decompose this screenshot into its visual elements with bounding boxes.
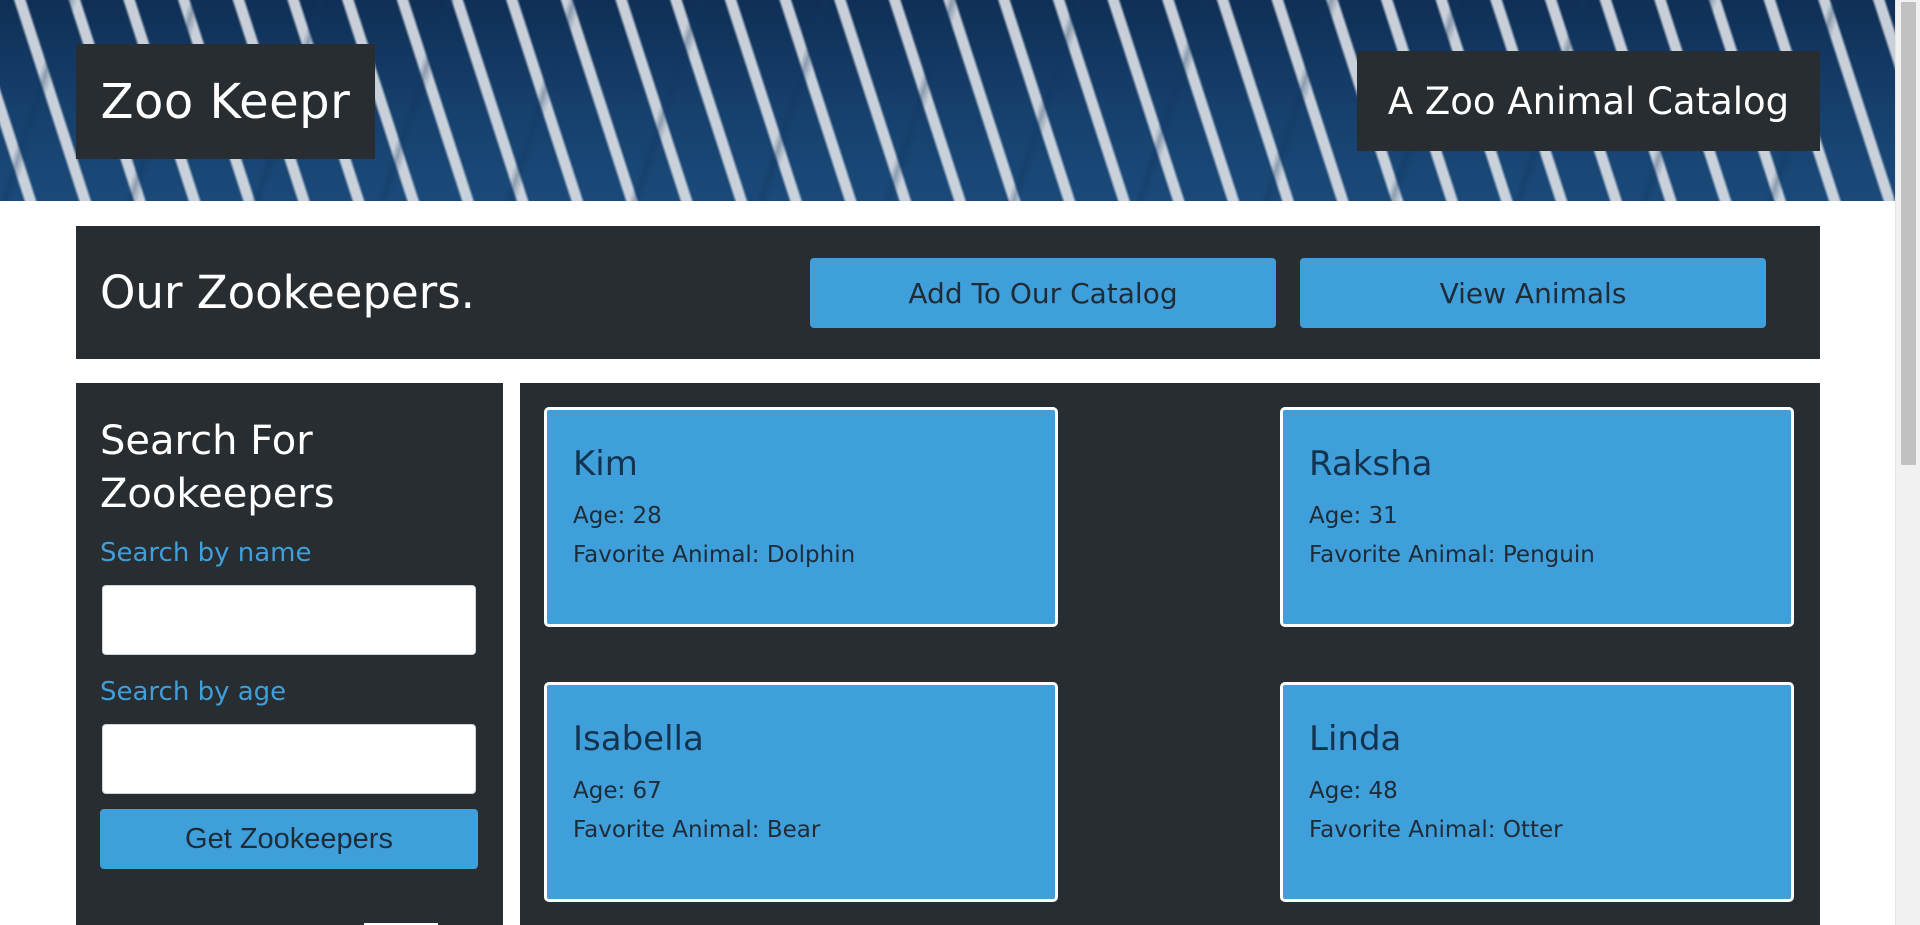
zookeeper-age: Age: 67 [573, 778, 662, 804]
scrollbar-thumb[interactable] [1901, 2, 1916, 465]
tagline-box: A Zoo Animal Catalog [1357, 51, 1820, 151]
brand-title[interactable]: Zoo Keepr [101, 74, 351, 130]
zookeeper-name: Kim [573, 444, 638, 484]
zookeeper-card[interactable]: Kim Age: 28 Favorite Animal: Dolphin [544, 407, 1058, 627]
zookeeper-favorite-animal: Favorite Animal: Bear [573, 817, 821, 843]
search-sidebar: Search For Zookeepers Search by name Sea… [76, 383, 503, 925]
zookeeper-card[interactable]: Isabella Age: 67 Favorite Animal: Bear [544, 682, 1058, 902]
search-name-label: Search by name [100, 538, 312, 568]
zookeeper-favorite-animal: Favorite Animal: Penguin [1309, 542, 1595, 568]
page: Zoo Keepr A Zoo Animal Catalog Our Zooke… [0, 0, 1920, 925]
zookeeper-name: Raksha [1309, 444, 1433, 484]
title-bar: Our Zookeepers. Add To Our Catalog View … [76, 226, 1820, 359]
zookeeper-age: Age: 31 [1309, 503, 1398, 529]
brand-box[interactable]: Zoo Keepr [76, 44, 375, 159]
header-banner: Zoo Keepr A Zoo Animal Catalog [0, 0, 1895, 201]
search-age-label: Search by age [100, 677, 287, 707]
zookeeper-results: Kim Age: 28 Favorite Animal: Dolphin Rak… [520, 383, 1820, 925]
page-scrollbar[interactable] [1895, 0, 1920, 925]
zookeeper-favorite-animal: Favorite Animal: Dolphin [573, 542, 856, 568]
view-animals-button[interactable]: View Animals [1300, 258, 1766, 328]
search-name-input[interactable] [102, 585, 476, 655]
add-to-catalog-button[interactable]: Add To Our Catalog [810, 258, 1276, 328]
get-zookeepers-button[interactable]: Get Zookeepers [100, 809, 478, 869]
zookeeper-name: Linda [1309, 719, 1402, 759]
search-heading: Search For Zookeepers [100, 418, 335, 517]
zookeeper-name: Isabella [573, 719, 704, 759]
tagline: A Zoo Animal Catalog [1387, 79, 1790, 123]
zookeeper-age: Age: 28 [573, 503, 662, 529]
page-title: Our Zookeepers. [100, 266, 475, 319]
zookeeper-card[interactable]: Linda Age: 48 Favorite Animal: Otter [1280, 682, 1794, 902]
zookeeper-favorite-animal: Favorite Animal: Otter [1309, 817, 1563, 843]
search-age-input[interactable] [102, 724, 476, 794]
zookeeper-age: Age: 48 [1309, 778, 1398, 804]
zookeeper-card[interactable]: Raksha Age: 31 Favorite Animal: Penguin [1280, 407, 1794, 627]
